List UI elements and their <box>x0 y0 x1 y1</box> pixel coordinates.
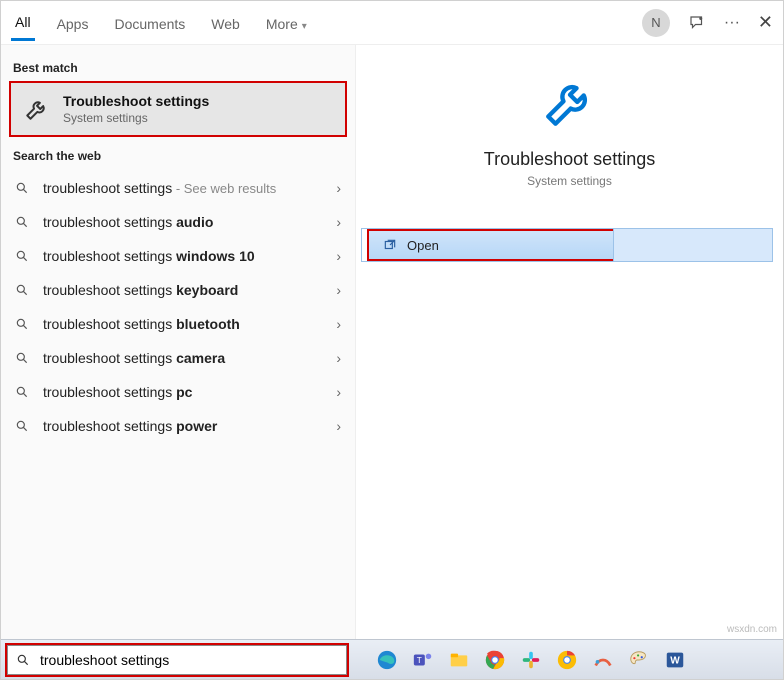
web-result-text: troubleshoot settings - See web results <box>43 180 324 196</box>
top-bar: All Apps Documents Web More▾ N ··· ✕ <box>1 1 783 45</box>
wrench-icon <box>356 73 783 131</box>
web-result-text: troubleshoot settings power <box>43 418 324 434</box>
search-icon <box>15 351 31 365</box>
taskbar-app-misc[interactable] <box>589 646 617 674</box>
chevron-right-icon[interactable]: › <box>336 282 341 298</box>
taskbar-app-word[interactable]: W <box>661 646 689 674</box>
search-box[interactable] <box>7 645 347 675</box>
web-result-item[interactable]: troubleshoot settings keyboard › <box>1 273 355 307</box>
chevron-right-icon[interactable]: › <box>336 384 341 400</box>
tab-all[interactable]: All <box>11 4 35 41</box>
search-icon <box>15 317 31 331</box>
taskbar-app-explorer[interactable] <box>445 646 473 674</box>
web-result-item[interactable]: troubleshoot settings windows 10 › <box>1 239 355 273</box>
open-icon <box>383 238 397 252</box>
detail-subtitle: System settings <box>356 174 783 188</box>
chevron-right-icon[interactable]: › <box>336 316 341 332</box>
tab-web[interactable]: Web <box>207 6 244 40</box>
svg-text:W: W <box>670 655 680 666</box>
search-icon <box>15 419 31 433</box>
taskbar: T W <box>1 639 783 679</box>
web-result-item[interactable]: troubleshoot settings camera › <box>1 341 355 375</box>
web-result-item[interactable]: troubleshoot settings pc › <box>1 375 355 409</box>
open-label: Open <box>407 238 439 253</box>
section-best-match: Best match <box>1 53 355 81</box>
tab-documents[interactable]: Documents <box>110 6 189 40</box>
taskbar-app-paint[interactable] <box>625 646 653 674</box>
tab-apps[interactable]: Apps <box>53 6 93 40</box>
search-icon <box>15 283 31 297</box>
more-options-icon[interactable]: ··· <box>724 14 740 32</box>
watermark: wsxdn.com <box>727 624 777 635</box>
taskbar-app-slack[interactable] <box>517 646 545 674</box>
detail-pane: Troubleshoot settings System settings Op… <box>356 45 783 639</box>
search-icon <box>15 385 31 399</box>
taskbar-app-teams[interactable]: T <box>409 646 437 674</box>
taskbar-app-chrome[interactable] <box>481 646 509 674</box>
close-icon[interactable]: ✕ <box>758 12 773 33</box>
taskbar-app-edge[interactable] <box>373 646 401 674</box>
open-button[interactable]: Open <box>367 229 613 261</box>
results-pane: Best match Troubleshoot settings System … <box>1 45 356 639</box>
web-result-text: troubleshoot settings camera <box>43 350 324 366</box>
best-match-item[interactable]: Troubleshoot settings System settings <box>9 81 347 137</box>
search-icon <box>15 249 31 263</box>
taskbar-app-chrome-2[interactable] <box>553 646 581 674</box>
search-icon <box>15 181 31 195</box>
web-result-item[interactable]: troubleshoot settings bluetooth › <box>1 307 355 341</box>
user-avatar[interactable]: N <box>642 9 670 37</box>
wrench-icon <box>23 95 51 123</box>
best-match-title: Troubleshoot settings <box>63 93 209 109</box>
action-strip-extra[interactable] <box>613 229 772 261</box>
chevron-right-icon[interactable]: › <box>336 180 341 196</box>
web-result-item[interactable]: troubleshoot settings - See web results › <box>1 171 355 205</box>
web-result-text: troubleshoot settings bluetooth <box>43 316 324 332</box>
web-result-text: troubleshoot settings pc <box>43 384 324 400</box>
action-strip: Open <box>361 228 773 262</box>
web-result-text: troubleshoot settings keyboard <box>43 282 324 298</box>
best-match-subtitle: System settings <box>63 111 209 125</box>
section-search-web: Search the web <box>1 141 355 169</box>
chevron-right-icon[interactable]: › <box>336 350 341 366</box>
tab-more[interactable]: More▾ <box>262 6 311 40</box>
search-input[interactable] <box>38 651 338 669</box>
web-result-text: troubleshoot settings audio <box>43 214 324 230</box>
web-result-item[interactable]: troubleshoot settings audio › <box>1 205 355 239</box>
svg-text:T: T <box>417 655 422 664</box>
chevron-down-icon: ▾ <box>302 21 307 32</box>
web-result-text: troubleshoot settings windows 10 <box>43 248 324 264</box>
chevron-right-icon[interactable]: › <box>336 418 341 434</box>
web-result-item[interactable]: troubleshoot settings power › <box>1 409 355 443</box>
search-icon <box>15 215 31 229</box>
feedback-icon[interactable] <box>688 14 706 32</box>
chevron-right-icon[interactable]: › <box>336 248 341 264</box>
chevron-right-icon[interactable]: › <box>336 214 341 230</box>
search-icon <box>16 653 30 667</box>
detail-title: Troubleshoot settings <box>356 149 783 170</box>
